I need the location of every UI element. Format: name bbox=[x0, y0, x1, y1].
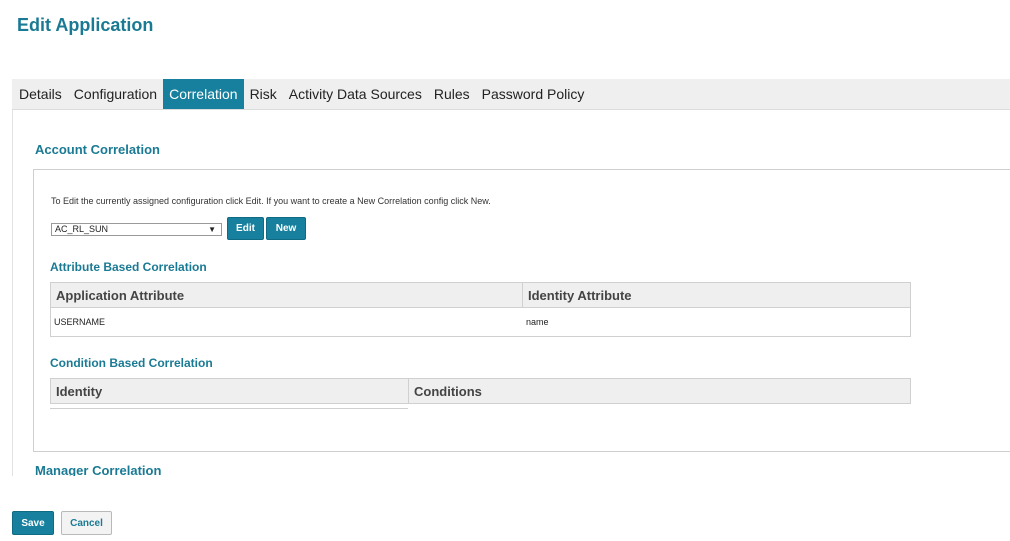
triangle-down-icon: ▼ bbox=[208, 225, 216, 234]
page-title: Edit Application bbox=[17, 15, 154, 35]
tab-details[interactable]: Details bbox=[12, 79, 68, 109]
cell-application-attribute: USERNAME bbox=[54, 317, 106, 327]
table-header: Application Attribute Identity Attribute bbox=[51, 283, 910, 308]
tab-risk[interactable]: Risk bbox=[244, 79, 283, 109]
tab-bar: Details Configuration Correlation Risk A… bbox=[12, 79, 1010, 110]
correlation-content: Account Correlation To Edit the currentl… bbox=[12, 110, 1010, 476]
manager-correlation-title: Manager Correlation bbox=[35, 463, 162, 476]
table-divider bbox=[50, 408, 408, 409]
attribute-based-correlation-title: Attribute Based Correlation bbox=[50, 260, 207, 274]
correlation-config-value: AC_RL_SUN bbox=[55, 224, 109, 234]
column-header-identity[interactable]: Identity bbox=[51, 379, 409, 403]
correlation-instructions: To Edit the currently assigned configura… bbox=[51, 196, 491, 206]
condition-based-correlation-title: Condition Based Correlation bbox=[50, 356, 213, 370]
condition-correlation-table: Identity Conditions bbox=[50, 378, 911, 404]
cell-identity-attribute: name bbox=[526, 317, 549, 327]
edit-button[interactable]: Edit bbox=[227, 217, 264, 240]
column-header-application-attribute[interactable]: Application Attribute bbox=[51, 283, 523, 307]
column-header-identity-attribute[interactable]: Identity Attribute bbox=[523, 283, 910, 307]
save-button[interactable]: Save bbox=[12, 511, 54, 535]
tab-password-policy[interactable]: Password Policy bbox=[476, 79, 591, 109]
correlation-config-select[interactable]: AC_RL_SUN ▼ bbox=[51, 223, 222, 236]
tab-correlation[interactable]: Correlation bbox=[163, 79, 244, 109]
tab-activity-data-sources[interactable]: Activity Data Sources bbox=[283, 79, 428, 109]
tab-configuration[interactable]: Configuration bbox=[68, 79, 163, 109]
edit-application-page: Edit Application Details Configuration C… bbox=[0, 0, 1010, 541]
new-button[interactable]: New bbox=[266, 217, 306, 240]
table-row[interactable]: USERNAME name bbox=[51, 308, 910, 336]
table-header: Identity Conditions bbox=[51, 379, 910, 404]
tab-rules[interactable]: Rules bbox=[428, 79, 476, 109]
column-header-conditions[interactable]: Conditions bbox=[409, 379, 910, 403]
account-correlation-panel: To Edit the currently assigned configura… bbox=[33, 169, 1010, 452]
attribute-correlation-table: Application Attribute Identity Attribute… bbox=[50, 282, 911, 337]
cancel-button[interactable]: Cancel bbox=[61, 511, 112, 535]
account-correlation-title: Account Correlation bbox=[35, 142, 160, 157]
